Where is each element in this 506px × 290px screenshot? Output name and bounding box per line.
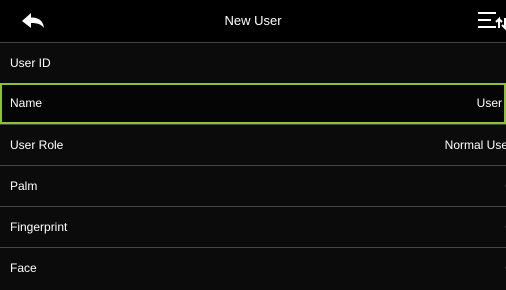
name-value: User 1: [476, 96, 504, 110]
name-row[interactable]: Name User 1: [0, 83, 506, 124]
face-label: Face: [10, 261, 37, 275]
user-id-row[interactable]: User ID 1: [0, 42, 506, 83]
user-role-value: Normal User: [444, 138, 506, 152]
header-bar: New User: [0, 0, 506, 42]
user-id-label: User ID: [10, 56, 51, 70]
user-role-label: User Role: [10, 138, 64, 152]
fingerprint-row[interactable]: Fingerprint 0: [0, 206, 506, 247]
menu-button[interactable]: [470, 6, 506, 36]
palm-label: Palm: [10, 179, 38, 193]
fingerprint-label: Fingerprint: [10, 220, 68, 234]
page-title: New User: [224, 13, 282, 28]
palm-row[interactable]: Palm 0: [0, 165, 506, 206]
user-role-row[interactable]: User Role Normal User: [0, 124, 506, 165]
name-label: Name: [10, 96, 43, 110]
user-field-list: User ID 1 Name User 1 User Role Normal U…: [0, 42, 506, 290]
face-row[interactable]: Face 0: [0, 247, 506, 290]
menu-sort-icon: [470, 6, 506, 36]
